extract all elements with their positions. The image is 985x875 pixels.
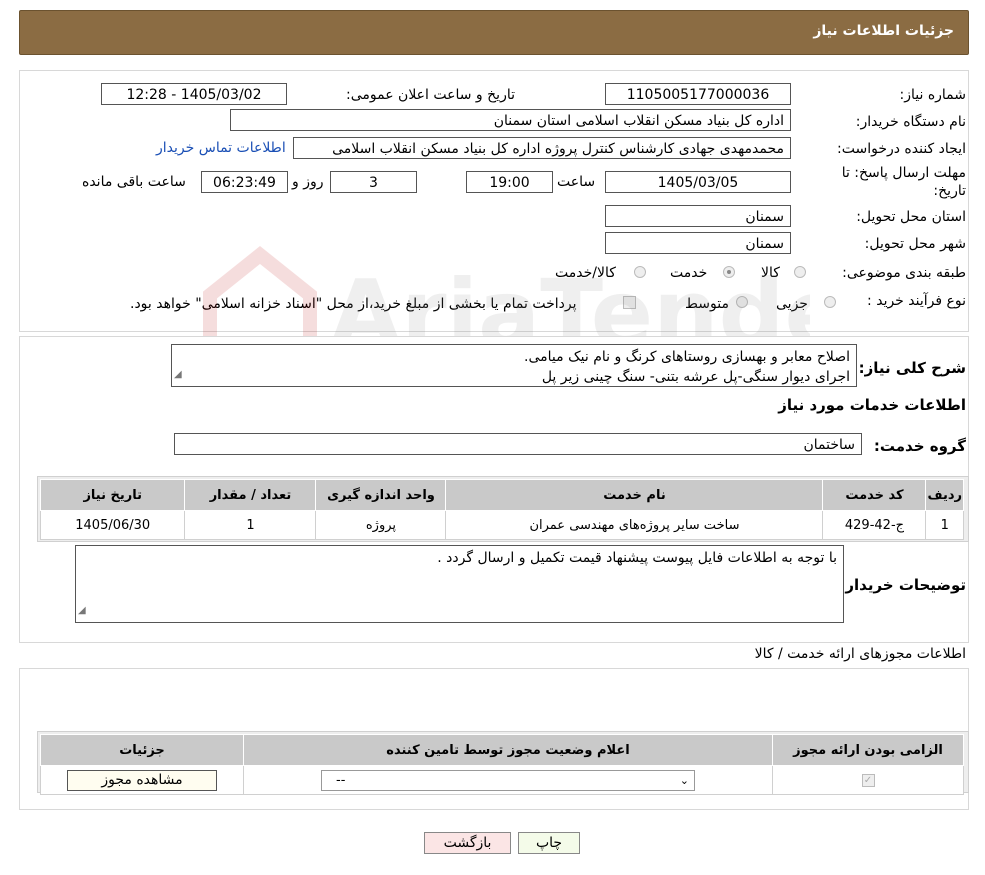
category-service-label: خدمت [670, 265, 708, 281]
summary-label: شرح کلی نیاز: [858, 359, 966, 377]
col-unit: واحد اندازه گیری [315, 479, 447, 511]
col-date: تاریخ نیاز [39, 479, 186, 511]
cell-code: ج-42-429 [822, 510, 927, 540]
cell-date: 1405/06/30 [39, 510, 186, 540]
service-group-field: ساختمان [174, 433, 862, 455]
category-goods-label: کالا [761, 265, 780, 281]
announce-field: 1405/03/02 - 12:28 [101, 83, 287, 105]
city-field: سمنان [605, 232, 791, 254]
category-goods-service-label: کالا/خدمت [555, 265, 616, 281]
buyer-org-label: نام دستگاه خریدار: [855, 114, 966, 130]
city-label: شهر محل تحویل: [864, 236, 966, 252]
deadline-time-field: 19:00 [466, 171, 553, 193]
buyer-org-field: اداره کل بنیاد مسکن انقلاب اسلامی استان … [230, 109, 791, 131]
page-title: جزئیات اطلاعات نیاز [813, 23, 954, 39]
cell-permit-required: ✓ [772, 765, 964, 795]
summary-textarea[interactable]: اصلاح معابر و بهسازی روستاهای کرنگ و نام… [171, 344, 857, 387]
services-table: ردیف کد خدمت نام خدمت واحد اندازه گیری ت… [39, 479, 964, 540]
col-qty: تعداد / مقدار [184, 479, 317, 511]
permits-section-title: اطلاعات مجوزهای ارائه خدمت / کالا [754, 646, 966, 662]
cell-permit-details: مشاهده مجوز [40, 765, 244, 795]
remaining-time-field: 06:23:49 [201, 171, 288, 193]
print-button[interactable]: چاپ [518, 832, 580, 854]
cell-name: ساخت سایر پروژه‌های مهندسی عمران [445, 510, 824, 540]
permit-status-value: -- [336, 772, 346, 788]
table-row: 1 ج-42-429 ساخت سایر پروژه‌های مهندسی عم… [39, 510, 964, 540]
process-radio-medium[interactable] [736, 296, 748, 308]
permits-table: الزامی بودن ارائه مجوز اعلام وضعیت مجوز … [40, 734, 964, 795]
page-header: جزئیات اطلاعات نیاز [19, 10, 969, 55]
col-permit-status: اعلام وضعیت مجوز توسط تامین کننده [243, 734, 773, 766]
buyer-notes-textarea[interactable]: با توجه به اطلاعات فایل پیوست پیشنهاد قی… [75, 545, 844, 623]
payment-note: پرداخت تمام یا بخشی از مبلغ خرید،از محل … [130, 296, 577, 312]
buyer-notes-label: توضیحات خریدار: [839, 576, 966, 594]
cell-qty: 1 [184, 510, 317, 540]
category-label: طبقه بندی موضوعی: [842, 265, 966, 281]
col-name: نام خدمت [445, 479, 824, 511]
col-permit-required: الزامی بودن ارائه مجوز [772, 734, 964, 766]
province-label: استان محل تحویل: [856, 209, 966, 225]
deadline-date-field: 1405/03/05 [605, 171, 791, 193]
buyer-notes-text: با توجه به اطلاعات فایل پیوست پیشنهاد قی… [437, 550, 837, 566]
process-radio-minor[interactable] [824, 296, 836, 308]
col-permit-details: جزئیات [40, 734, 244, 766]
cell-permit-status: -- ⌄ [243, 765, 773, 795]
summary-line-2: اجرای دیوار سنگی-پل عرشه بتنی- سنگ چینی … [541, 369, 850, 385]
col-code: کد خدمت [822, 479, 927, 511]
table-row: ✓ -- ⌄ مشاهده مجوز [40, 765, 964, 795]
creator-field: محمدمهدی جهادی کارشناس کنترل پروژه اداره… [293, 137, 791, 159]
process-label: نوع فرآیند خرید : [867, 293, 966, 309]
process-minor-label: جزیی [776, 296, 808, 312]
need-number-label: شماره نیاز: [899, 87, 967, 103]
service-group-label: گروه خدمت: [873, 437, 966, 455]
back-button[interactable]: بازگشت [424, 832, 511, 854]
treasury-checkbox[interactable] [623, 296, 636, 309]
permit-status-select[interactable]: -- ⌄ [321, 769, 695, 791]
need-number-field: 1105005177000036 [605, 83, 791, 105]
summary-line-1: اصلاح معابر و بهسازی روستاهای کرنگ و نام… [524, 349, 850, 365]
creator-label: ایجاد کننده درخواست: [837, 141, 966, 157]
days-label: روز و [292, 174, 324, 190]
buyer-contact-link[interactable]: اطلاعات تماس خریدار [156, 140, 286, 156]
category-radio-goods-service[interactable] [634, 266, 646, 278]
resize-grip-icon[interactable]: ◢ [174, 365, 182, 385]
remaining-label: ساعت باقی مانده [82, 174, 186, 190]
resize-grip-icon[interactable]: ◢ [78, 601, 86, 621]
cell-unit: پروژه [315, 510, 447, 540]
province-field: سمنان [605, 205, 791, 227]
category-radio-service[interactable] [723, 266, 735, 278]
days-field: 3 [330, 171, 417, 193]
services-section-title: اطلاعات خدمات مورد نیاز [778, 396, 966, 414]
deadline-label: مهلت ارسال پاسخ: تا [841, 165, 966, 181]
view-permit-button[interactable]: مشاهده مجوز [67, 769, 217, 791]
announce-label: تاریخ و ساعت اعلان عمومی: [346, 87, 515, 103]
chevron-down-icon: ⌄ [679, 773, 689, 787]
cell-row: 1 [925, 510, 964, 540]
permit-required-checkbox[interactable]: ✓ [861, 773, 875, 787]
col-row: ردیف [925, 479, 964, 511]
category-radio-goods[interactable] [794, 266, 806, 278]
process-medium-label: متوسط [685, 296, 729, 312]
deadline-label-date: تاریخ: [933, 183, 966, 199]
deadline-time-label: ساعت [557, 174, 596, 190]
